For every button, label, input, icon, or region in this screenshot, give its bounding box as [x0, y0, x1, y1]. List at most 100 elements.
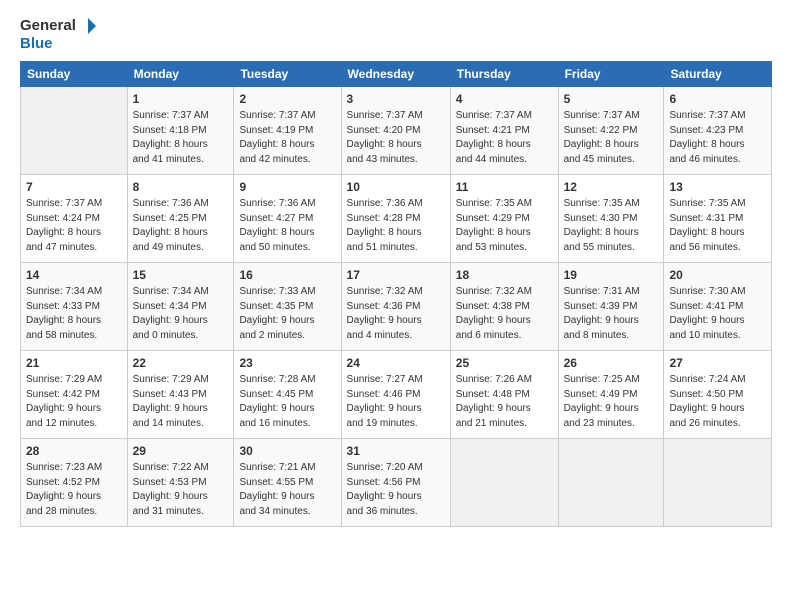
calendar-body: 1Sunrise: 7:37 AM Sunset: 4:18 PM Daylig…	[21, 86, 772, 526]
day-number: 28	[26, 443, 122, 460]
day-cell: 11Sunrise: 7:35 AM Sunset: 4:29 PM Dayli…	[450, 174, 558, 262]
day-number: 4	[456, 91, 553, 108]
col-header-monday: Monday	[127, 61, 234, 86]
day-cell: 22Sunrise: 7:29 AM Sunset: 4:43 PM Dayli…	[127, 350, 234, 438]
day-cell: 14Sunrise: 7:34 AM Sunset: 4:33 PM Dayli…	[21, 262, 128, 350]
day-cell: 16Sunrise: 7:33 AM Sunset: 4:35 PM Dayli…	[234, 262, 341, 350]
day-cell: 12Sunrise: 7:35 AM Sunset: 4:30 PM Dayli…	[558, 174, 664, 262]
day-cell: 26Sunrise: 7:25 AM Sunset: 4:49 PM Dayli…	[558, 350, 664, 438]
week-row-2: 7Sunrise: 7:37 AM Sunset: 4:24 PM Daylig…	[21, 174, 772, 262]
day-info: Sunrise: 7:37 AM Sunset: 4:18 PM Dayligh…	[133, 109, 229, 167]
day-number: 23	[239, 355, 335, 372]
col-header-wednesday: Wednesday	[341, 61, 450, 86]
day-cell	[21, 86, 128, 174]
day-number: 27	[669, 355, 766, 372]
header-row: SundayMondayTuesdayWednesdayThursdayFrid…	[21, 61, 772, 86]
day-cell: 8Sunrise: 7:36 AM Sunset: 4:25 PM Daylig…	[127, 174, 234, 262]
day-cell: 20Sunrise: 7:30 AM Sunset: 4:41 PM Dayli…	[664, 262, 772, 350]
day-info: Sunrise: 7:34 AM Sunset: 4:33 PM Dayligh…	[26, 285, 122, 343]
week-row-1: 1Sunrise: 7:37 AM Sunset: 4:18 PM Daylig…	[21, 86, 772, 174]
day-info: Sunrise: 7:32 AM Sunset: 4:36 PM Dayligh…	[347, 285, 445, 343]
day-info: Sunrise: 7:34 AM Sunset: 4:34 PM Dayligh…	[133, 285, 229, 343]
calendar-header: SundayMondayTuesdayWednesdayThursdayFrid…	[21, 61, 772, 86]
day-cell: 15Sunrise: 7:34 AM Sunset: 4:34 PM Dayli…	[127, 262, 234, 350]
day-info: Sunrise: 7:35 AM Sunset: 4:31 PM Dayligh…	[669, 197, 766, 255]
day-number: 25	[456, 355, 553, 372]
day-cell: 13Sunrise: 7:35 AM Sunset: 4:31 PM Dayli…	[664, 174, 772, 262]
day-cell: 30Sunrise: 7:21 AM Sunset: 4:55 PM Dayli…	[234, 438, 341, 526]
day-info: Sunrise: 7:24 AM Sunset: 4:50 PM Dayligh…	[669, 373, 766, 431]
day-info: Sunrise: 7:37 AM Sunset: 4:19 PM Dayligh…	[239, 109, 335, 167]
day-info: Sunrise: 7:36 AM Sunset: 4:25 PM Dayligh…	[133, 197, 229, 255]
day-info: Sunrise: 7:30 AM Sunset: 4:41 PM Dayligh…	[669, 285, 766, 343]
day-cell: 24Sunrise: 7:27 AM Sunset: 4:46 PM Dayli…	[341, 350, 450, 438]
day-info: Sunrise: 7:28 AM Sunset: 4:45 PM Dayligh…	[239, 373, 335, 431]
day-info: Sunrise: 7:37 AM Sunset: 4:21 PM Dayligh…	[456, 109, 553, 167]
day-number: 6	[669, 91, 766, 108]
day-number: 10	[347, 179, 445, 196]
logo-blue: Blue	[20, 36, 98, 53]
day-cell	[664, 438, 772, 526]
day-number: 14	[26, 267, 122, 284]
day-cell: 2Sunrise: 7:37 AM Sunset: 4:19 PM Daylig…	[234, 86, 341, 174]
day-info: Sunrise: 7:33 AM Sunset: 4:35 PM Dayligh…	[239, 285, 335, 343]
day-info: Sunrise: 7:25 AM Sunset: 4:49 PM Dayligh…	[564, 373, 659, 431]
day-number: 15	[133, 267, 229, 284]
day-info: Sunrise: 7:36 AM Sunset: 4:27 PM Dayligh…	[239, 197, 335, 255]
day-cell: 28Sunrise: 7:23 AM Sunset: 4:52 PM Dayli…	[21, 438, 128, 526]
day-number: 16	[239, 267, 335, 284]
day-info: Sunrise: 7:20 AM Sunset: 4:56 PM Dayligh…	[347, 461, 445, 519]
day-number: 24	[347, 355, 445, 372]
day-number: 3	[347, 91, 445, 108]
day-info: Sunrise: 7:21 AM Sunset: 4:55 PM Dayligh…	[239, 461, 335, 519]
day-info: Sunrise: 7:23 AM Sunset: 4:52 PM Dayligh…	[26, 461, 122, 519]
day-number: 5	[564, 91, 659, 108]
calendar-table: SundayMondayTuesdayWednesdayThursdayFrid…	[20, 61, 772, 527]
day-cell: 19Sunrise: 7:31 AM Sunset: 4:39 PM Dayli…	[558, 262, 664, 350]
day-cell: 18Sunrise: 7:32 AM Sunset: 4:38 PM Dayli…	[450, 262, 558, 350]
day-info: Sunrise: 7:36 AM Sunset: 4:28 PM Dayligh…	[347, 197, 445, 255]
week-row-3: 14Sunrise: 7:34 AM Sunset: 4:33 PM Dayli…	[21, 262, 772, 350]
col-header-tuesday: Tuesday	[234, 61, 341, 86]
day-cell: 7Sunrise: 7:37 AM Sunset: 4:24 PM Daylig…	[21, 174, 128, 262]
day-cell: 31Sunrise: 7:20 AM Sunset: 4:56 PM Dayli…	[341, 438, 450, 526]
day-cell	[558, 438, 664, 526]
day-number: 30	[239, 443, 335, 460]
day-cell: 21Sunrise: 7:29 AM Sunset: 4:42 PM Dayli…	[21, 350, 128, 438]
day-number: 31	[347, 443, 445, 460]
day-info: Sunrise: 7:31 AM Sunset: 4:39 PM Dayligh…	[564, 285, 659, 343]
day-cell: 10Sunrise: 7:36 AM Sunset: 4:28 PM Dayli…	[341, 174, 450, 262]
col-header-thursday: Thursday	[450, 61, 558, 86]
day-info: Sunrise: 7:29 AM Sunset: 4:43 PM Dayligh…	[133, 373, 229, 431]
day-cell: 27Sunrise: 7:24 AM Sunset: 4:50 PM Dayli…	[664, 350, 772, 438]
col-header-saturday: Saturday	[664, 61, 772, 86]
week-row-4: 21Sunrise: 7:29 AM Sunset: 4:42 PM Dayli…	[21, 350, 772, 438]
col-header-sunday: Sunday	[21, 61, 128, 86]
day-cell: 9Sunrise: 7:36 AM Sunset: 4:27 PM Daylig…	[234, 174, 341, 262]
day-cell: 5Sunrise: 7:37 AM Sunset: 4:22 PM Daylig…	[558, 86, 664, 174]
day-number: 21	[26, 355, 122, 372]
header: General Blue	[20, 16, 772, 53]
day-number: 17	[347, 267, 445, 284]
day-cell: 29Sunrise: 7:22 AM Sunset: 4:53 PM Dayli…	[127, 438, 234, 526]
day-cell: 4Sunrise: 7:37 AM Sunset: 4:21 PM Daylig…	[450, 86, 558, 174]
day-info: Sunrise: 7:37 AM Sunset: 4:24 PM Dayligh…	[26, 197, 122, 255]
day-info: Sunrise: 7:26 AM Sunset: 4:48 PM Dayligh…	[456, 373, 553, 431]
day-info: Sunrise: 7:35 AM Sunset: 4:29 PM Dayligh…	[456, 197, 553, 255]
day-number: 13	[669, 179, 766, 196]
logo-general: General	[20, 18, 76, 35]
calendar-page: General Blue SundayMondayTuesdayWednesda…	[0, 0, 792, 612]
day-number: 2	[239, 91, 335, 108]
day-cell: 17Sunrise: 7:32 AM Sunset: 4:36 PM Dayli…	[341, 262, 450, 350]
day-number: 19	[564, 267, 659, 284]
day-number: 29	[133, 443, 229, 460]
day-cell: 1Sunrise: 7:37 AM Sunset: 4:18 PM Daylig…	[127, 86, 234, 174]
day-number: 1	[133, 91, 229, 108]
day-info: Sunrise: 7:37 AM Sunset: 4:22 PM Dayligh…	[564, 109, 659, 167]
logo-text-block: General Blue	[20, 16, 98, 53]
day-cell: 23Sunrise: 7:28 AM Sunset: 4:45 PM Dayli…	[234, 350, 341, 438]
week-row-5: 28Sunrise: 7:23 AM Sunset: 4:52 PM Dayli…	[21, 438, 772, 526]
day-info: Sunrise: 7:37 AM Sunset: 4:23 PM Dayligh…	[669, 109, 766, 167]
day-info: Sunrise: 7:32 AM Sunset: 4:38 PM Dayligh…	[456, 285, 553, 343]
day-number: 8	[133, 179, 229, 196]
